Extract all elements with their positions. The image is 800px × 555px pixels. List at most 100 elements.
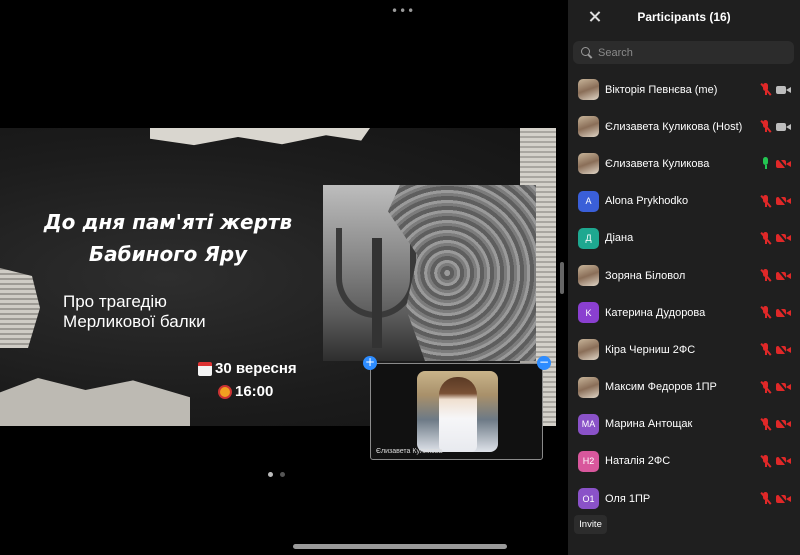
microphone-muted-icon[interactable] [760,343,772,357]
invite-button[interactable]: Invite [574,515,607,534]
participant-status-icons [760,157,791,170]
avatar: Д [578,227,599,249]
participant-row[interactable]: Вікторія Певнєва (me) [568,71,800,108]
participant-name: Alona Prykhodko [605,195,689,208]
participants-panel: Participants (16) Вікторія Певнєва (me) Є… [568,0,800,555]
participant-row[interactable]: Кіра Черниш 2ФС [568,331,800,368]
page-dot[interactable] [268,472,273,477]
camera-slash-icon [777,158,788,170]
participant-name: Наталія 2ФС [605,455,671,468]
participant-row[interactable]: Д Діана [568,220,800,257]
camera-slash-icon [777,455,788,468]
participant-name: Єлизавета Куликова [605,157,710,170]
participant-name: Вікторія Певнєва (me) [605,83,718,96]
camera-off-icon[interactable] [776,381,791,393]
avatar [578,116,599,138]
slide-subtitle: Про трагедію Мерликової балки [63,292,206,332]
split-view-handle[interactable] [560,262,564,294]
participant-row[interactable]: A Alona Prykhodko [568,183,800,220]
participant-row[interactable]: Зоряна Біловол [568,257,800,294]
camera-off-icon[interactable] [776,455,791,468]
panel-title: Participants (16) [637,10,731,24]
camera-slash-icon [777,492,788,505]
camera-off-icon[interactable] [776,232,791,245]
more-options-icon[interactable]: ••• [391,4,415,18]
participant-name: Оля 1ПР [605,492,651,505]
participant-status-icons [760,269,791,282]
camera-off-icon[interactable] [776,158,791,170]
avatar: MA [578,413,599,435]
microphone-muted-icon[interactable] [760,454,772,468]
avatar [578,376,599,398]
camera-icon[interactable] [776,85,791,95]
mute-slash-icon [760,343,772,357]
participant-name: Максим Федоров 1ПР [605,381,717,394]
camera-slash-icon [777,195,788,208]
mute-slash-icon [760,492,772,505]
participant-video-feed [417,371,498,452]
menorah-stem-image [372,238,382,348]
microphone-muted-icon[interactable] [760,417,772,431]
participant-status-icons [760,194,791,208]
participant-row[interactable]: Єлизавета Куликова [568,145,800,182]
camera-off-icon[interactable] [776,195,791,208]
avatar [578,265,599,287]
mute-slash-icon [760,120,772,134]
mute-slash-icon [760,232,772,245]
participant-row[interactable]: MA Марина Антощак [568,406,800,443]
camera-off-icon[interactable] [776,418,791,431]
microphone-muted-icon[interactable] [760,269,772,282]
participant-name: Єлизавета Куликова (Host) [605,120,743,133]
participant-status-icons [760,120,791,134]
participant-row[interactable]: Максим Федоров 1ПР [568,369,800,406]
microphone-muted-icon[interactable] [760,306,772,319]
microphone-muted-icon[interactable] [760,194,772,208]
camera-slash-icon [777,306,788,319]
camera-off-icon[interactable] [776,306,791,319]
participant-name: Кіра Черниш 2ФС [605,343,696,356]
microphone-muted-icon[interactable] [760,231,772,245]
avatar [578,339,599,361]
participant-list: Вікторія Певнєва (me) Єлизавета Куликова … [568,71,800,511]
avatar: H2 [578,450,599,472]
microphone-icon[interactable] [760,157,772,170]
microphone-muted-icon[interactable] [760,492,772,505]
slide-subtitle-line: Про трагедію [63,292,167,311]
participant-row[interactable]: O1 Оля 1ПР [568,480,800,511]
participant-row[interactable]: H2 Наталія 2ФС [568,443,800,480]
camera-icon[interactable] [776,122,791,132]
participant-status-icons [760,417,791,431]
event-time-text: 16:00 [235,383,274,400]
search-icon [581,47,592,58]
participant-row[interactable]: K Катерина Дудорова [568,294,800,331]
microphone-muted-icon[interactable] [760,120,772,134]
search-input[interactable] [598,46,778,59]
newspaper-decoration [0,268,40,348]
mute-slash-icon [760,306,772,319]
expand-video-button[interactable]: + [363,356,377,370]
camera-slash-icon [777,269,788,282]
microphone-muted-icon[interactable] [760,380,772,394]
slide-subtitle-line: Мерликової балки [63,312,206,331]
avatar [578,79,599,101]
page-dot[interactable] [280,472,285,477]
microphone-muted-icon[interactable] [760,83,772,96]
participant-status-icons [760,454,791,468]
home-indicator[interactable] [293,544,507,549]
participant-row[interactable]: Єлизавета Куликова (Host) [568,108,800,145]
participant-status-icons [760,306,791,319]
participant-status-icons [760,83,791,96]
search-field[interactable] [573,41,794,64]
shared-screen-area: ••• До дня пам'яті жертв Бабиного Яру Пр… [0,0,556,555]
avatar [578,153,599,175]
participant-status-icons [760,343,791,357]
camera-off-icon[interactable] [776,344,791,356]
participant-video-tile[interactable]: Єлизавета Куликова [370,363,543,460]
participant-status-icons [760,380,791,394]
camera-off-icon[interactable] [776,492,791,505]
alarm-clock-icon [218,384,232,399]
mute-slash-icon [760,194,772,208]
camera-off-icon[interactable] [776,269,791,282]
minimize-video-button[interactable]: − [537,356,551,370]
mute-slash-icon [760,380,772,394]
